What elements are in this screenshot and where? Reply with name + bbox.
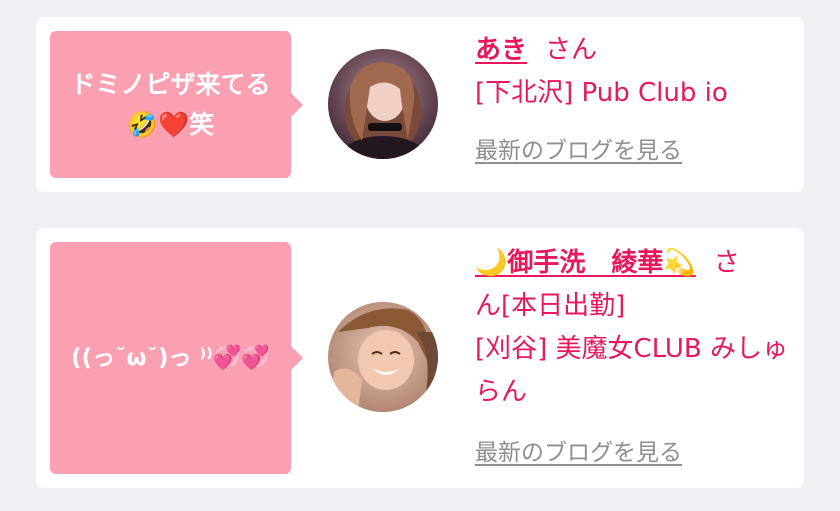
- message-text: ドミノピザ来てる 🤣❤️笑: [70, 69, 271, 139]
- shop-name: [下北沢] Pub Club io: [475, 78, 728, 108]
- message-bubble: ((っ˘ω˘)っ‪ ⁾⁾💞💞: [50, 242, 303, 474]
- name-continuation: ん[本日出勤]: [475, 291, 626, 321]
- list-item[interactable]: ドミノピザ来てる 🤣❤️笑 あきさん [下北沢] Pub Club io 最新の…: [36, 17, 804, 192]
- latest-blog-link[interactable]: 最新のブログを見る: [475, 130, 682, 173]
- name-line: あき さん: [475, 29, 790, 72]
- avatar[interactable]: [328, 49, 438, 159]
- girl-blog-list: ドミノピザ来てる 🤣❤️笑 あきさん [下北沢] Pub Club io 最新の…: [0, 0, 840, 511]
- profile-info: あき さん [下北沢] Pub Club io 最新のブログを見る: [475, 29, 790, 173]
- honorific-text: さ: [713, 248, 740, 278]
- profile-info: 🌙御手洗 綾華💫 さ ん[本日出勤] [刈谷] 美魔女CLUB みしゅらん 最新の…: [475, 242, 790, 475]
- girl-name-link[interactable]: 🌙御手洗 綾華💫: [475, 248, 696, 278]
- honorific-text: さん: [545, 35, 598, 65]
- shop-name: [刈谷] 美魔女CLUB みしゅらん: [475, 334, 789, 407]
- smiling-woman-icon: [328, 302, 438, 412]
- latest-blog-link[interactable]: 最新のブログを見る: [475, 432, 682, 475]
- avatar[interactable]: [328, 302, 438, 412]
- message-bubble: ドミノピザ来てる 🤣❤️笑: [50, 31, 303, 178]
- list-item[interactable]: ((っ˘ω˘)っ‪ ⁾⁾💞💞: [36, 228, 804, 488]
- name-line: 🌙御手洗 綾華💫 さ: [475, 242, 790, 285]
- woman-portrait-icon: [328, 49, 438, 159]
- girl-name-link[interactable]: あき: [475, 35, 527, 65]
- message-text: ((っ˘ω˘)っ‪ ⁾⁾💞💞: [70, 345, 271, 371]
